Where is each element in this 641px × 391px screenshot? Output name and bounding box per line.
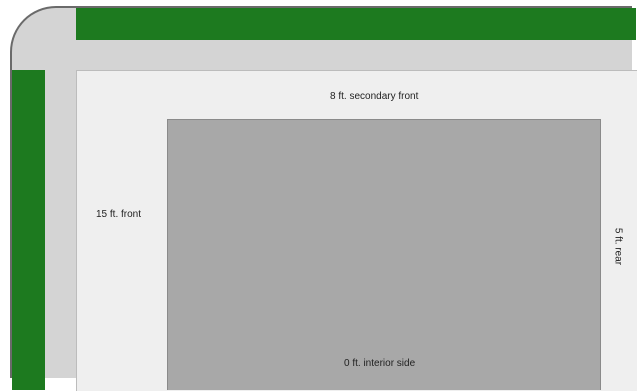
building-footprint: [167, 119, 601, 390]
secondary-front-setback-label: 8 ft. secondary front: [330, 91, 419, 102]
front-setback-label: 15 ft. front: [96, 209, 142, 220]
interior-side-setback-label: 0 ft. interior side: [344, 358, 416, 369]
left-landscape-strip: [12, 70, 45, 390]
rear-setback-label: 5 ft. rear: [612, 227, 624, 266]
top-landscape-strip: [76, 8, 636, 40]
